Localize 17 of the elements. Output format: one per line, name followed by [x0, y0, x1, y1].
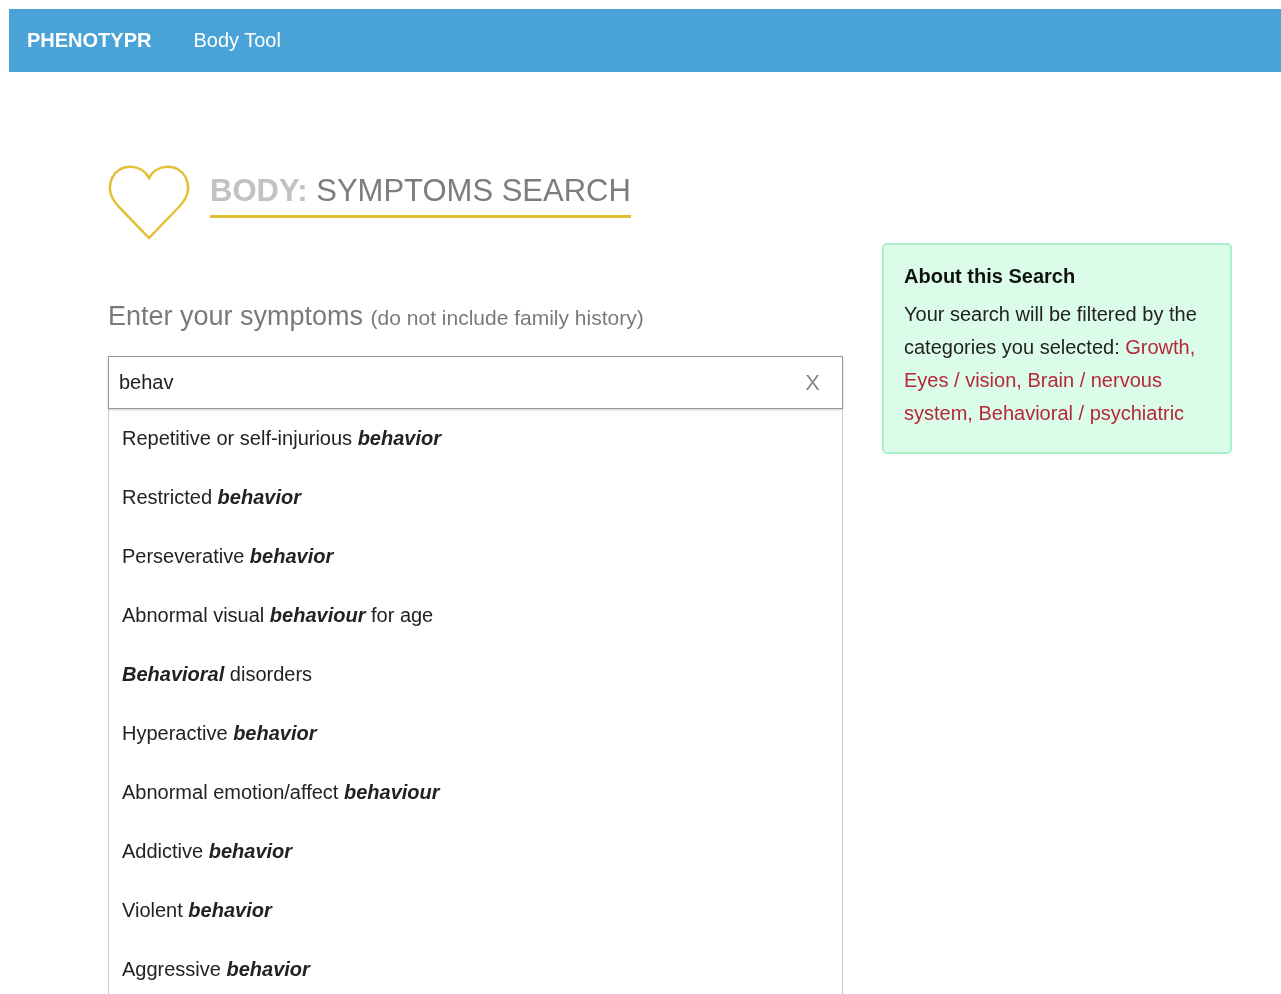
suggestion-item[interactable]: Restricted behavior	[122, 486, 301, 509]
suggestion-item[interactable]: Addictive behavior	[122, 840, 293, 863]
heart-icon	[108, 164, 190, 242]
suggestion-item[interactable]: Hyperactive behavior	[122, 722, 317, 745]
suggestion-item[interactable]: Repetitive or self-injurious behavior	[122, 427, 441, 450]
suggestion-item[interactable]: Violent behavior	[122, 899, 272, 922]
suggestion-item[interactable]: Perseverative behavior	[122, 545, 334, 568]
card-title: About this Search	[904, 265, 1077, 288]
suggestion-item[interactable]: Behavioral disorders	[122, 663, 313, 686]
search-label: Enter your symptoms (do not include family history)	[108, 301, 645, 333]
clear-button[interactable]: X	[805, 369, 820, 396]
suggestion-item[interactable]: Aggressive behavior	[122, 958, 310, 981]
suggestion-item[interactable]: Abnormal visual behaviour for age	[122, 604, 434, 627]
suggestion-item[interactable]: Abnormal emotion/affect behaviour	[122, 781, 440, 804]
page-heading: BODY: SYMPTOMS SEARCH	[210, 173, 631, 218]
search-field[interactable]: behav X	[108, 356, 843, 409]
card-text: Your search will be filtered by the categories you selected: Growth, Eyes / vision, Brain / nervous system, Behavioral / psychiatric	[904, 302, 1198, 426]
